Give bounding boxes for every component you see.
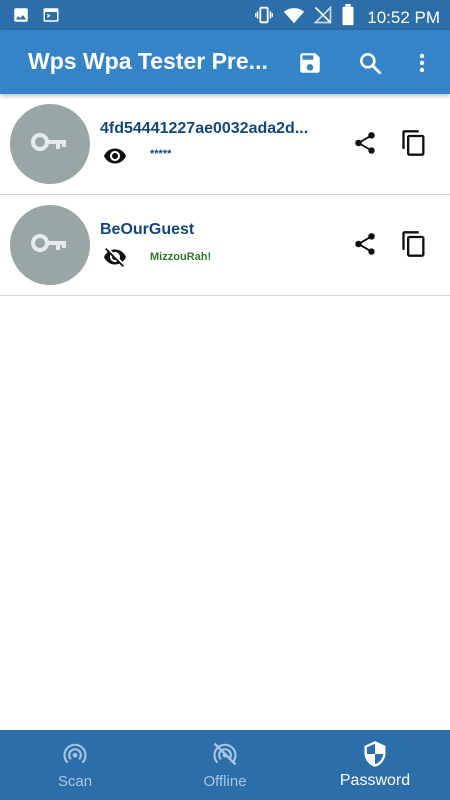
terminal-notification-icon (42, 6, 60, 29)
network-ssid: BeOurGuest (100, 221, 195, 238)
bottom-navigation: Scan Offline Password (0, 730, 450, 800)
eye-off-icon[interactable] (100, 245, 130, 269)
key-icon (30, 231, 70, 260)
battery-icon (341, 4, 355, 31)
list-item[interactable]: 4fd54441227ae0032ada2d... ***** (0, 94, 450, 195)
search-icon[interactable] (357, 50, 383, 76)
overflow-menu-icon[interactable] (410, 50, 434, 76)
no-signal-icon (313, 5, 333, 30)
copy-icon[interactable] (400, 128, 428, 158)
nav-label: Offline (203, 773, 247, 790)
nav-offline[interactable]: Offline (150, 730, 300, 800)
wifi-tethering-off-icon (211, 740, 239, 768)
shield-icon (361, 740, 389, 768)
nav-label: Password (339, 772, 411, 789)
list-item[interactable]: BeOurGuest MizzouRah! (0, 195, 450, 296)
nav-password[interactable]: Password (300, 730, 450, 800)
eye-icon[interactable] (100, 144, 130, 168)
key-avatar (10, 205, 90, 285)
nav-label: Scan (57, 773, 93, 790)
copy-icon[interactable] (400, 229, 428, 259)
app-bar: Wps Wpa Tester Pre... (0, 30, 450, 94)
saved-networks-list: 4fd54441227ae0032ada2d... ***** BeOurGue… (0, 94, 450, 296)
network-password: ***** (150, 148, 172, 160)
share-icon[interactable] (352, 130, 378, 156)
key-icon (30, 130, 70, 159)
app-title: Wps Wpa Tester Pre... (28, 48, 268, 74)
image-notification-icon (12, 6, 30, 29)
nav-scan[interactable]: Scan (0, 730, 150, 800)
network-password: MizzouRah! (150, 251, 212, 263)
wifi-signal-icon (283, 4, 305, 31)
clock: 10:52 PM (367, 7, 440, 27)
wifi-tethering-icon (61, 740, 89, 768)
save-icon[interactable] (297, 50, 323, 76)
network-ssid: 4fd54441227ae0032ada2d... (100, 120, 309, 137)
key-avatar (10, 104, 90, 184)
share-icon[interactable] (352, 231, 378, 257)
status-bar: 10:52 PM (0, 0, 450, 30)
vibrate-icon (253, 4, 275, 31)
